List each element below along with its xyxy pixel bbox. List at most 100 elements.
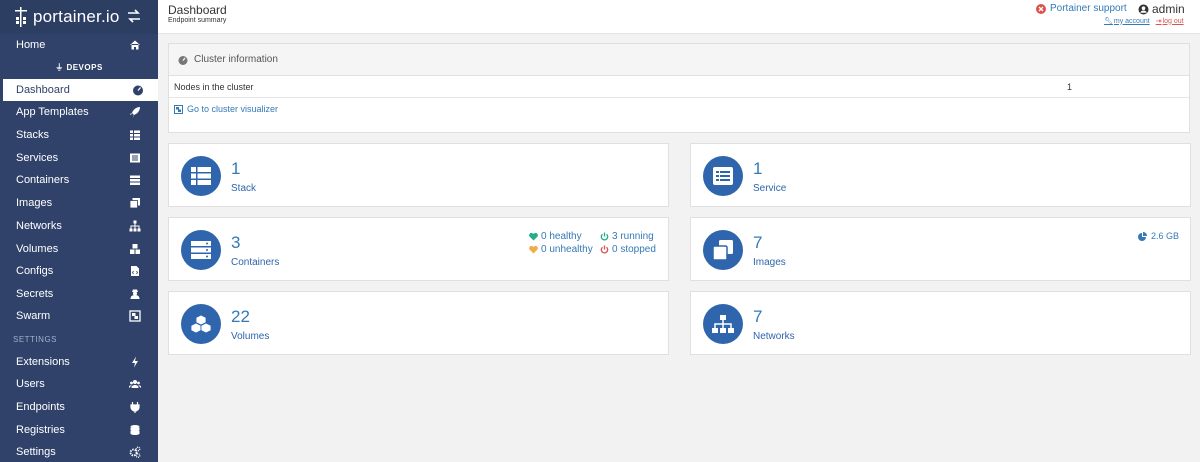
sidebar-item-volumes[interactable]: Volumes	[0, 238, 158, 260]
file-code-icon	[131, 266, 139, 276]
sidebar-item-label: Home	[16, 39, 46, 51]
sitemap-icon	[712, 315, 734, 333]
home-icon	[130, 40, 140, 50]
sidebar-item-settings[interactable]: Settings	[0, 441, 158, 462]
service-count: 1	[753, 159, 763, 178]
object-group-icon	[174, 104, 183, 114]
sidebar-item-label: Configs	[16, 265, 54, 277]
log-out-link[interactable]: ⇥ log out	[1156, 17, 1184, 26]
page-title: Dashboard	[168, 3, 227, 17]
networks-icon-circle	[703, 304, 743, 344]
plug-icon	[130, 402, 140, 413]
health-stats: 0 healthy 0 unhealthy	[529, 230, 593, 256]
sidebar-item-dashboard[interactable]: Dashboard	[0, 79, 158, 101]
sidebar-item-swarm[interactable]: Swarm	[0, 305, 158, 327]
exchange-icon[interactable]	[126, 8, 142, 24]
times-circle-icon	[1036, 3, 1046, 14]
cubes-icon	[130, 244, 140, 254]
state-stats: 3 running 0 stopped	[600, 230, 656, 256]
sidebar-item-secrets[interactable]: Secrets	[0, 283, 158, 305]
wrench-icon: 🔧︎	[1104, 18, 1113, 25]
service-widget[interactable]: 1 Service	[690, 143, 1191, 207]
nodes-label: Nodes in the cluster	[174, 81, 254, 92]
clone-icon	[129, 198, 140, 209]
support-label: Portainer support	[1050, 3, 1127, 14]
pie-chart-icon	[1137, 231, 1147, 241]
sidebar-item-registries[interactable]: Registries	[0, 419, 158, 441]
list-alt-icon	[713, 167, 733, 185]
sidebar-item-label: Endpoints	[16, 401, 65, 413]
stack-icon-circle	[181, 156, 221, 196]
nodes-value: 1	[1067, 81, 1073, 92]
images-label: Images	[753, 257, 786, 268]
brand: portainer.io	[0, 0, 158, 34]
my-account-link[interactable]: 🔧︎ my account	[1104, 17, 1150, 26]
sidebar-item-label: Settings	[16, 446, 56, 458]
sidebar: portainer.io Home ⏚ DEVOPS Dashboard App…	[0, 0, 158, 462]
object-group-icon	[129, 310, 141, 322]
containers-count: 3	[231, 233, 241, 252]
crane-icon	[15, 7, 27, 27]
sidebar-item-home[interactable]: Home	[0, 34, 158, 56]
th-list-icon	[130, 130, 140, 140]
stack-widget[interactable]: 1 Stack	[168, 143, 669, 207]
users-icon	[129, 380, 141, 389]
sidebar-item-users[interactable]: Users	[0, 373, 158, 395]
database-icon	[130, 425, 140, 435]
cubes-icon	[191, 315, 211, 333]
user-secret-icon	[130, 289, 140, 299]
settings-section-label: SETTINGS	[13, 335, 58, 344]
sidebar-item-label: Swarm	[16, 310, 51, 322]
networks-count: 7	[753, 307, 763, 326]
power-off-icon	[600, 245, 609, 254]
running-stat: 3 running	[600, 230, 656, 243]
containers-icon-circle	[181, 230, 221, 270]
sidebar-item-extensions[interactable]: Extensions	[0, 351, 158, 373]
server-icon	[191, 241, 211, 259]
volumes-count: 22	[231, 307, 250, 326]
volumes-icon-circle	[181, 304, 221, 344]
brand-name: portainer.io	[33, 7, 120, 26]
heartbeat-icon	[529, 245, 538, 254]
th-list-icon	[191, 167, 211, 185]
images-icon-circle	[703, 230, 743, 270]
volumes-widget[interactable]: 22 Volumes	[168, 291, 669, 355]
sidebar-item-services[interactable]: Services	[0, 147, 158, 169]
stopped-stat: 0 stopped	[600, 243, 656, 256]
tachometer-icon	[178, 55, 188, 65]
sitemap-icon	[129, 220, 141, 232]
cogs-icon	[129, 446, 141, 458]
networks-label: Networks	[753, 331, 795, 342]
sidebar-item-label: Secrets	[16, 288, 54, 300]
sidebar-item-app-templates[interactable]: App Templates	[0, 101, 158, 123]
panel-heading: Cluster information	[169, 44, 1189, 76]
sidebar-item-label: Users	[16, 378, 45, 390]
sidebar-item-label: Volumes	[16, 243, 59, 255]
username: admin	[1152, 2, 1185, 16]
sidebar-item-configs[interactable]: Configs	[0, 260, 158, 282]
sidebar-item-networks[interactable]: Networks	[0, 215, 158, 237]
sidebar-item-stacks[interactable]: Stacks	[0, 124, 158, 146]
sidebar-item-images[interactable]: Images	[0, 192, 158, 214]
networks-widget[interactable]: 7 Networks	[690, 291, 1191, 355]
sidebar-item-label: Images	[16, 197, 53, 209]
images-widget[interactable]: 7 Images 2.6 GB	[690, 217, 1191, 281]
containers-label: Containers	[231, 257, 280, 268]
cluster-visualizer-link[interactable]: Go to cluster visualizer	[169, 98, 1189, 120]
sidebar-item-label: Dashboard	[16, 84, 70, 96]
portainer-support-link[interactable]: Portainer support	[1036, 3, 1127, 14]
nodes-row: Nodes in the cluster 1	[169, 76, 1189, 98]
sidebar-item-label: Containers	[16, 174, 70, 186]
containers-widget[interactable]: 3 Containers 0 healthy 0 unhealthy 3 run…	[168, 217, 669, 281]
bolt-icon	[132, 356, 138, 368]
stack-label: Stack	[231, 183, 257, 194]
cluster-information-panel: Cluster information Nodes in the cluster…	[168, 43, 1190, 133]
sidebar-item-containers[interactable]: Containers	[0, 169, 158, 191]
account-links: 🔧︎ my account ⇥ log out	[1104, 17, 1184, 26]
healthy-stat: 0 healthy	[529, 230, 593, 243]
service-icon-circle	[703, 156, 743, 196]
stack-count: 1	[231, 159, 241, 178]
portainer-logo[interactable]: portainer.io	[14, 7, 120, 27]
sidebar-item-label: App Templates	[16, 106, 89, 118]
sidebar-item-endpoints[interactable]: Endpoints	[0, 396, 158, 418]
